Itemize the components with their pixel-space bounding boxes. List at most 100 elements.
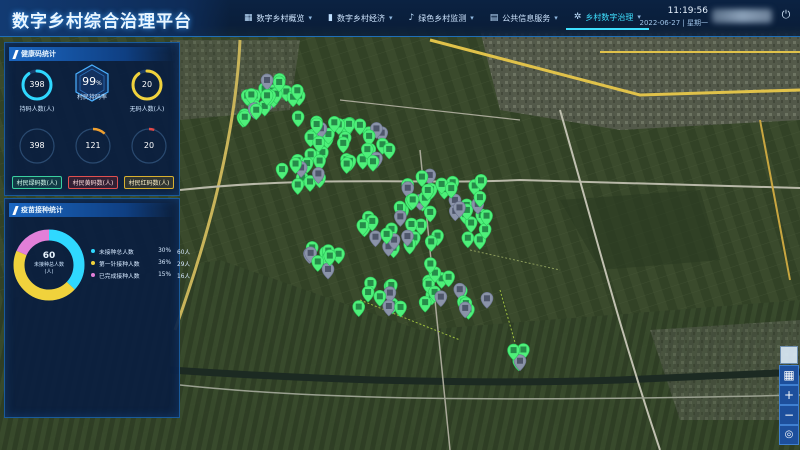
qr-code-icon [428, 238, 435, 245]
qr-code-icon [315, 170, 322, 177]
qr-code-icon [386, 145, 393, 152]
qr-code-icon [340, 139, 347, 146]
legend-pct: 36% [158, 260, 171, 266]
qr-code-icon [483, 212, 490, 219]
legend-dot [91, 249, 95, 253]
qr-code-icon [307, 151, 314, 158]
bar-chart-icon: ▮ [328, 13, 333, 23]
qr-code-icon [510, 347, 517, 354]
qr-code-icon [427, 260, 434, 267]
qr-code-icon [385, 302, 392, 309]
legend-row: 未接种总人数 30% 60人 [91, 245, 190, 257]
gauge-label: 无码人数(人) [129, 106, 165, 113]
qr-code-icon [366, 132, 373, 139]
qr-code-icon [355, 303, 362, 310]
donut-center-unit: (人) [44, 269, 54, 275]
nav-item-economy[interactable]: ▮ 数字乡村经济 ▾ [320, 7, 400, 29]
qr-code-icon [264, 92, 271, 99]
qr-code-icon [307, 178, 314, 185]
qr-code-icon [397, 213, 404, 220]
nav-item-public-service[interactable]: ▤ 公共信息服务 ▾ [482, 7, 566, 29]
gauge-value: 20 [141, 80, 153, 89]
qr-code-icon [367, 280, 374, 287]
qr-code-icon [456, 204, 463, 211]
gauge-label: 村民持码率 [76, 94, 107, 101]
gauge-no-code: 20 无码人数(人) [121, 67, 173, 113]
nav-item-green-monitor[interactable]: ♪ 绿色乡村监测 ▾ [401, 7, 482, 29]
qr-code-icon [372, 233, 379, 240]
legend-dot [91, 273, 95, 277]
qr-code-icon [383, 230, 390, 237]
qr-code-icon [315, 139, 322, 146]
map-thumbnail[interactable] [780, 346, 798, 364]
qr-code-icon [264, 76, 271, 83]
qr-code-icon [408, 220, 415, 227]
red-code-tag: 村民红码数(人) [123, 176, 175, 189]
qr-code-icon [425, 280, 432, 287]
chevron-down-icon: ▾ [554, 14, 558, 22]
gauge-yellow-code: 121 村民黄码数(人) [65, 125, 121, 189]
zoom-out-icon[interactable]: − [779, 405, 799, 425]
user-name-blurred[interactable] [712, 9, 772, 23]
qr-code-icon [314, 258, 321, 265]
document-icon: ▤ [489, 13, 499, 23]
legend-name: 第一针接种人数 [99, 261, 140, 268]
nav-item-overview[interactable]: ▦ 数字乡村概览 ▾ [236, 7, 320, 29]
donut-center: 60 未接种总人数 (人) [9, 251, 89, 275]
qr-code-icon [343, 160, 350, 167]
gear-icon: ✲ [573, 12, 582, 22]
nav-label: 绿色乡村监测 [418, 13, 467, 23]
clock-date: 2022-06-27 | 星期一 [639, 19, 709, 27]
qr-code-icon [359, 222, 366, 229]
donut-center-label: 未接种总人数 [33, 262, 64, 268]
qr-code-icon [276, 78, 283, 85]
app-title: 数字乡村综合治理平台 [12, 12, 192, 32]
qr-code-icon [427, 208, 434, 215]
health-code-panel: 健康码统计 398 持码人数(人) 99% 村民持码率 20 无码人数(人) 3… [4, 42, 180, 196]
legend-count: 16人 [177, 273, 191, 280]
qr-code-icon [456, 286, 463, 293]
qr-code-icon [397, 204, 404, 211]
qr-code-icon [462, 304, 469, 311]
nav-label: 数字乡村概览 [256, 13, 305, 23]
qr-code-icon [438, 180, 445, 187]
layers-icon[interactable]: ▦ [779, 365, 799, 385]
zoom-in-icon[interactable]: + [779, 385, 799, 405]
main-nav: ▦ 数字乡村概览 ▾ ▮ 数字乡村经济 ▾ ♪ 绿色乡村监测 ▾ ▤ 公共信息服… [236, 0, 649, 36]
legend-dot [91, 261, 95, 265]
chevron-down-icon: ▾ [388, 14, 393, 22]
qr-code-icon [307, 133, 314, 140]
qr-code-icon [478, 177, 485, 184]
qr-code-icon [241, 113, 248, 120]
bell-icon: ♪ [408, 13, 415, 23]
gauge-value: 398 [29, 80, 45, 89]
qr-code-icon [325, 265, 332, 272]
qr-code-icon [365, 289, 372, 296]
qr-code-icon [422, 299, 429, 306]
nav-label: 乡村数字治理 [585, 12, 634, 22]
qr-code-icon [369, 217, 376, 224]
locate-icon[interactable]: ◎ [779, 425, 799, 445]
donut-center-value: 60 [42, 251, 56, 261]
qr-code-icon [520, 346, 527, 353]
qr-code-icon [369, 158, 376, 165]
legend-pct: 30% [158, 248, 171, 254]
legend-row: 已完成接种人数 15% 16人 [91, 269, 190, 281]
legend-name: 已完成接种人数 [99, 273, 140, 280]
qr-code-icon [468, 219, 475, 226]
yellow-code-tag: 村民黄码数(人) [67, 176, 119, 189]
qr-code-icon [294, 181, 301, 188]
qr-code-icon [418, 173, 425, 180]
legend-pct: 15% [158, 272, 171, 278]
qr-code-icon [404, 233, 411, 240]
qr-code-icon [294, 87, 301, 94]
qr-code-icon [445, 273, 452, 280]
gauge-rate: 99% 村民持码率 [67, 63, 117, 103]
vaccine-panel: 疫苗接种统计 60 未接种总人数 (人) 未接种总人数 30% 60人 第一针接… [4, 198, 190, 418]
qr-code-icon [248, 91, 255, 98]
qr-code-icon [417, 221, 424, 228]
gauge-red-code: 20 村民红码数(人) [121, 125, 177, 189]
panel-title: 健康码统计 [21, 50, 56, 58]
power-icon[interactable]: ⏻ [780, 9, 792, 21]
qr-code-icon [364, 146, 371, 153]
